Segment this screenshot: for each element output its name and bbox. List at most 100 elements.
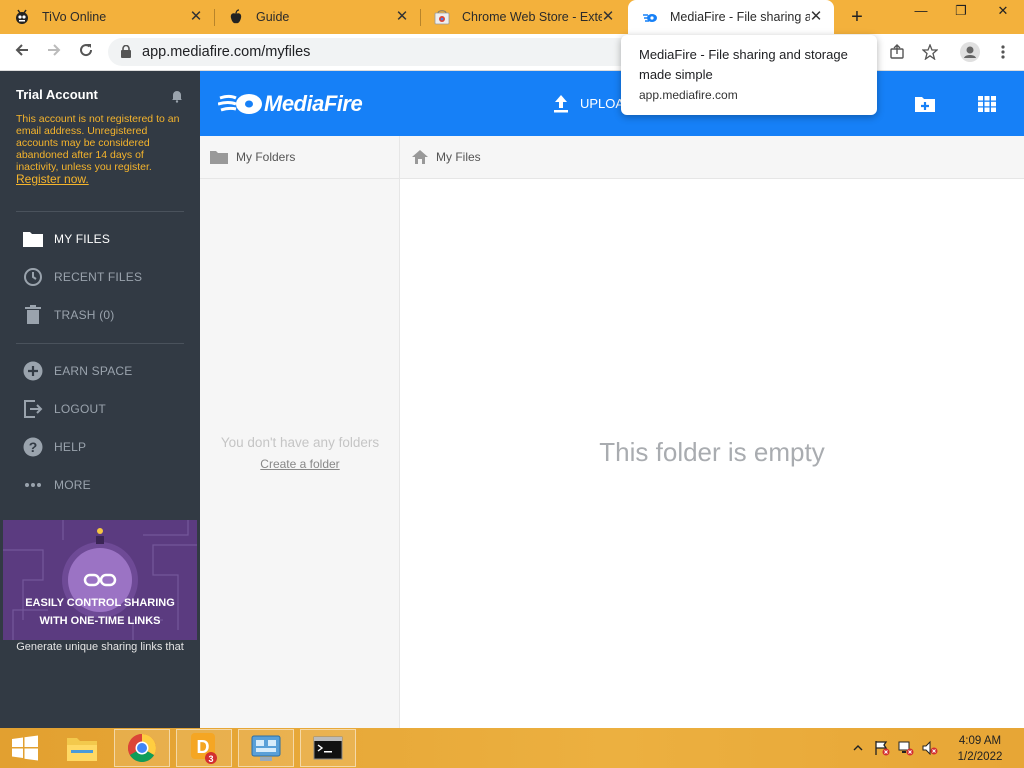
- sidebar-item-my-files[interactable]: MY FILES: [22, 227, 110, 251]
- sidebar-item-label: EARN SPACE: [54, 364, 133, 378]
- trial-warning: This account is not registered to an ema…: [16, 113, 184, 186]
- system-clock[interactable]: 4:09 AM 1/2/2022: [950, 733, 1010, 765]
- plus-circle-icon: [22, 360, 44, 382]
- close-icon[interactable]: ✕: [600, 9, 616, 25]
- folder-icon: [210, 151, 228, 164]
- mediafire-logo-icon: [218, 94, 262, 114]
- folders-title: My Folders: [236, 150, 296, 164]
- restore-button[interactable]: ❐: [946, 0, 976, 32]
- sidebar-item-trash[interactable]: TRASH (0): [22, 303, 114, 327]
- breadcrumb-my-files[interactable]: My Files: [436, 150, 481, 164]
- sidebar-item-label: LOGOUT: [54, 402, 106, 416]
- forward-button[interactable]: [42, 41, 66, 65]
- share-icon[interactable]: [887, 42, 907, 62]
- start-button[interactable]: [0, 729, 50, 767]
- close-icon[interactable]: ✕: [188, 9, 204, 25]
- upload-label: UPLOA: [580, 95, 625, 111]
- taskbar: D 3 4:09 AM 1/2/2022: [0, 728, 1024, 768]
- d-app-icon: D 3: [191, 733, 217, 764]
- files-breadcrumb-bar: My Files: [400, 136, 1024, 179]
- back-button[interactable]: [10, 41, 34, 65]
- tab-tooltip: MediaFire - File sharing and storage mad…: [621, 35, 877, 115]
- chrome-web-store-icon: [434, 9, 450, 25]
- folder-icon: [22, 228, 44, 250]
- taskbar-chrome[interactable]: [114, 729, 170, 767]
- close-icon[interactable]: ✕: [808, 9, 824, 25]
- upload-button[interactable]: UPLOA: [552, 93, 624, 113]
- clock-date: 1/2/2022: [957, 751, 1003, 763]
- menu-dots-icon[interactable]: [993, 42, 1013, 62]
- action-center-flag-icon[interactable]: [874, 740, 890, 756]
- promo-title-line: WITH ONE-TIME LINKS: [39, 615, 161, 627]
- url-text: app.mediafire.com/myfiles: [142, 44, 311, 60]
- grid-view-icon[interactable]: [978, 96, 996, 112]
- mediafire-logo[interactable]: MediaFire: [218, 91, 363, 117]
- more-dots-icon: [22, 474, 44, 496]
- new-folder-icon[interactable]: [914, 95, 936, 113]
- promo-text: Generate unique sharing links that: [16, 641, 184, 653]
- folders-header: My Folders: [200, 136, 400, 179]
- register-link[interactable]: Register now.: [16, 172, 89, 186]
- tab-guide[interactable]: Guide ✕: [214, 0, 420, 34]
- tooltip-title: MediaFire - File sharing and storage mad…: [639, 47, 848, 82]
- sidebar-item-logout[interactable]: LOGOUT: [22, 397, 106, 421]
- star-icon[interactable]: [920, 42, 940, 62]
- tab-label: MediaFire - File sharing an: [670, 10, 810, 24]
- taskbar-control-panel[interactable]: [238, 729, 294, 767]
- empty-folder-message: This folder is empty: [599, 437, 825, 467]
- tab-label: Guide: [256, 10, 290, 24]
- sidebar-item-label: TRASH (0): [54, 308, 115, 322]
- tab-strip: TiVo Online ✕ Guide ✕ Chrome Web Store -…: [0, 0, 1024, 34]
- logout-icon: [22, 398, 44, 420]
- bell-icon[interactable]: [170, 89, 184, 103]
- new-tab-button[interactable]: +: [846, 7, 868, 29]
- tray-expand-icon[interactable]: [850, 740, 866, 756]
- minimize-button[interactable]: —: [906, 0, 936, 32]
- command-prompt-icon: [313, 736, 343, 760]
- promo-title-line: EASILY CONTROL SHARING: [25, 597, 175, 609]
- control-panel-icon: [251, 735, 281, 761]
- close-icon[interactable]: ✕: [394, 9, 410, 25]
- home-icon[interactable]: [412, 150, 428, 164]
- tab-chrome-web-store[interactable]: Chrome Web Store - Exten ✕: [420, 0, 626, 34]
- tab-mediafire[interactable]: MediaFire - File sharing an ✕: [628, 0, 834, 34]
- help-icon: ?: [22, 436, 44, 458]
- trash-icon: [22, 304, 44, 326]
- taskbar-d-app[interactable]: D 3: [176, 729, 232, 767]
- create-folder-link[interactable]: Create a folder: [200, 457, 400, 471]
- sidebar-item-more[interactable]: MORE: [22, 473, 91, 497]
- sidebar-item-label: HELP: [54, 440, 87, 454]
- close-window-button[interactable]: ✕: [988, 0, 1018, 32]
- sidebar-item-recent-files[interactable]: RECENT FILES: [22, 265, 142, 289]
- tivo-icon: [14, 9, 30, 25]
- chrome-icon: [128, 734, 156, 762]
- mediafire-icon: [642, 9, 658, 25]
- windows-logo-icon: [12, 735, 38, 761]
- tooltip-url: app.mediafire.com: [639, 88, 738, 102]
- clock-time: 4:09 AM: [958, 735, 1002, 747]
- profile-icon[interactable]: [960, 42, 980, 62]
- account-title: Trial Account: [16, 87, 98, 102]
- sidebar-item-earn-space[interactable]: EARN SPACE: [22, 359, 132, 383]
- reload-button[interactable]: [74, 41, 98, 65]
- trial-warning-text: This account is not registered to an ema…: [16, 113, 180, 173]
- promo-title: EASILY CONTROL SHARING WITH ONE-TIME LIN…: [0, 594, 200, 630]
- upload-icon: [554, 95, 568, 113]
- taskbar-command-prompt[interactable]: [300, 729, 356, 767]
- badge-count: 3: [208, 754, 213, 764]
- sidebar-item-help[interactable]: ? HELP: [22, 435, 86, 459]
- apple-icon: [228, 9, 244, 25]
- sidebar-item-label: MY FILES: [54, 232, 111, 246]
- volume-muted-icon[interactable]: [922, 740, 938, 756]
- svg-text:?: ?: [29, 439, 38, 455]
- network-icon[interactable]: [898, 740, 914, 756]
- app-header: MediaFire UPLOA: [200, 71, 1024, 136]
- sidebar-item-label: MORE: [54, 478, 91, 492]
- file-explorer-icon: [67, 738, 97, 761]
- tab-tivo-online[interactable]: TiVo Online ✕: [0, 0, 214, 34]
- logo-text: MediaFire: [264, 91, 363, 116]
- taskbar-file-explorer[interactable]: [54, 729, 110, 767]
- sidebar-item-label: RECENT FILES: [54, 270, 143, 284]
- folders-panel: My Folders You don't have any folders Cr…: [200, 136, 400, 728]
- lock-icon: [121, 45, 131, 58]
